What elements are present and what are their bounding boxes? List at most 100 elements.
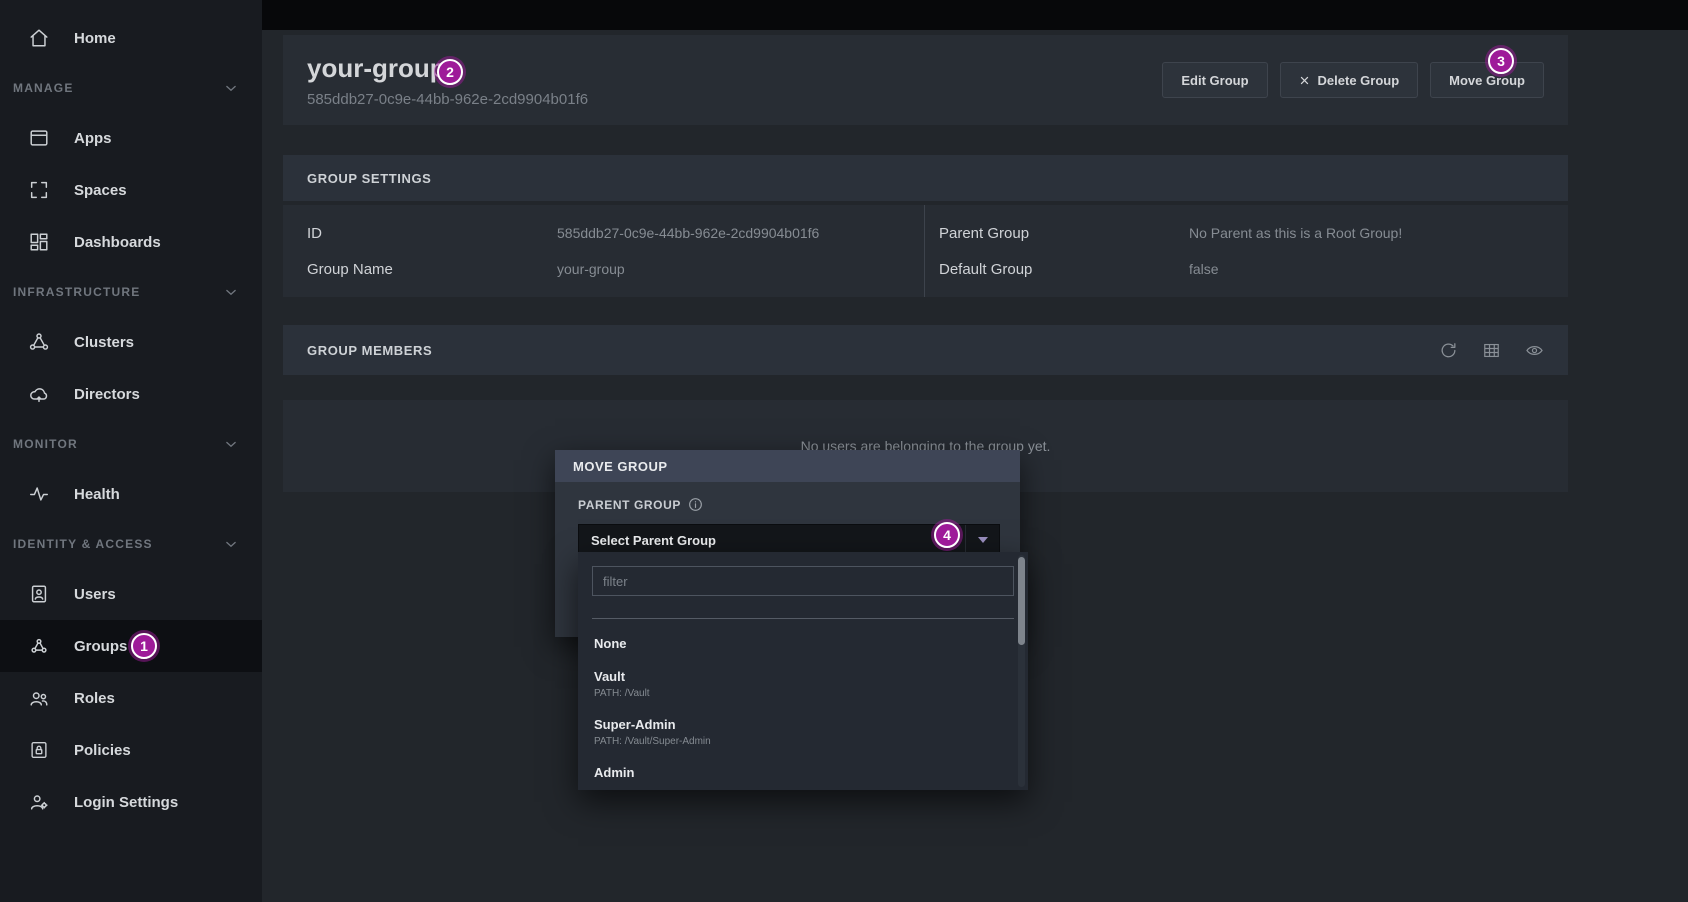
option-label: Vault [594, 669, 1012, 684]
sidebar-section-identity-access[interactable]: IDENTITY & ACCESS [0, 520, 262, 568]
sidebar-item-label: Directors [74, 386, 140, 403]
sidebar-item-label: Apps [74, 130, 112, 147]
chevron-down-icon [222, 435, 240, 453]
group-header-card: your-group 585ddb27-0c9e-44bb-962e-2cd99… [283, 35, 1568, 125]
chevron-down-icon [222, 535, 240, 553]
table-icon[interactable] [1482, 341, 1501, 360]
sidebar-item-users[interactable]: Users [0, 568, 262, 620]
filter-input[interactable] [592, 566, 1014, 596]
setting-value: No Parent as this is a Root Group! [1189, 225, 1402, 241]
sidebar: Home MANAGE Apps Spaces Dashboards INFR [0, 0, 262, 902]
group-id-subtitle: 585ddb27-0c9e-44bb-962e-2cd9904b01f6 [307, 91, 588, 108]
section-label: MONITOR [13, 437, 78, 451]
chevron-down-icon [965, 525, 999, 555]
sidebar-item-spaces[interactable]: Spaces [0, 164, 262, 216]
dashboards-icon [28, 231, 50, 253]
dropdown-option-vault[interactable]: Vault PATH: /Vault [592, 660, 1014, 708]
app-window: Home MANAGE Apps Spaces Dashboards INFR [0, 0, 1688, 902]
delete-group-label: Delete Group [1318, 73, 1400, 88]
setting-row-default-group: Default Group false [939, 251, 1568, 287]
parent-group-dropdown: None Vault PATH: /Vault Super-Admin PATH… [578, 552, 1028, 790]
setting-label: Parent Group [939, 225, 1189, 242]
sidebar-section-monitor[interactable]: MONITOR [0, 420, 262, 468]
edit-group-button[interactable]: Edit Group [1162, 62, 1267, 98]
sidebar-item-login-settings[interactable]: Login Settings [0, 776, 262, 828]
sidebar-item-dashboards[interactable]: Dashboards [0, 216, 262, 268]
chevron-down-icon [222, 283, 240, 301]
group-settings-header: GROUP SETTINGS [283, 155, 1568, 201]
section-label: MANAGE [13, 81, 74, 95]
option-path: PATH: /Vault/Super-Admin [594, 736, 1012, 747]
sidebar-item-label: Health [74, 486, 120, 503]
sidebar-item-apps[interactable]: Apps [0, 112, 262, 164]
sidebar-item-directors[interactable]: Directors [0, 368, 262, 420]
sidebar-item-label: Home [74, 30, 116, 47]
section-title: GROUP SETTINGS [307, 171, 431, 186]
top-bar [262, 0, 1688, 30]
refresh-icon[interactable] [1439, 341, 1458, 360]
setting-row-parent-group: Parent Group No Parent as this is a Root… [939, 215, 1568, 251]
move-group-button[interactable]: Move Group [1430, 62, 1544, 98]
sidebar-item-label: Dashboards [74, 234, 161, 251]
modal-title: MOVE GROUP [555, 450, 1020, 482]
dropdown-option-none[interactable]: None [592, 627, 1014, 660]
setting-value: 585ddb27-0c9e-44bb-962e-2cd9904b01f6 [557, 225, 819, 241]
section-title: GROUP MEMBERS [307, 343, 432, 358]
setting-value: your-group [557, 261, 625, 277]
sidebar-item-home[interactable]: Home [0, 12, 262, 64]
setting-label: Group Name [307, 261, 557, 278]
setting-value: false [1189, 261, 1219, 277]
option-label: None [594, 636, 1012, 651]
annotation-badge-3: 3 [1488, 48, 1514, 74]
eye-icon[interactable] [1525, 341, 1544, 360]
groups-icon [28, 635, 50, 657]
home-icon [28, 27, 50, 49]
sidebar-section-infrastructure[interactable]: INFRASTRUCTURE [0, 268, 262, 316]
parent-group-field-label: PARENT GROUP [578, 498, 681, 512]
option-path: PATH: /Vault [594, 688, 1012, 699]
group-members-header: GROUP MEMBERS [283, 325, 1568, 375]
clusters-icon [28, 331, 50, 353]
users-icon [28, 583, 50, 605]
sidebar-section-manage[interactable]: MANAGE [0, 64, 262, 112]
scrollbar[interactable] [1018, 555, 1025, 787]
dropdown-divider [592, 618, 1014, 619]
chevron-down-icon [222, 79, 240, 97]
scrollbar-thumb[interactable] [1018, 557, 1025, 645]
info-icon [688, 497, 703, 512]
directors-icon [28, 383, 50, 405]
sidebar-item-policies[interactable]: Policies [0, 724, 262, 776]
option-label: Admin [594, 765, 1012, 780]
select-value: Select Parent Group [579, 525, 965, 555]
delete-group-button[interactable]: Delete Group [1280, 62, 1419, 98]
option-label: Super-Admin [594, 717, 1012, 732]
sidebar-item-roles[interactable]: Roles [0, 672, 262, 724]
section-label: IDENTITY & ACCESS [13, 537, 153, 551]
apps-icon [28, 127, 50, 149]
sidebar-item-label: Login Settings [74, 794, 178, 811]
sidebar-item-label: Groups [74, 638, 127, 655]
dropdown-option-super-admin[interactable]: Super-Admin PATH: /Vault/Super-Admin [592, 708, 1014, 756]
annotation-badge-4: 4 [934, 522, 960, 548]
login-settings-icon [28, 791, 50, 813]
spaces-icon [28, 179, 50, 201]
sidebar-item-label: Policies [74, 742, 131, 759]
sidebar-item-label: Users [74, 586, 116, 603]
setting-label: Default Group [939, 261, 1189, 278]
health-pulse-icon [28, 483, 50, 505]
sidebar-item-clusters[interactable]: Clusters [0, 316, 262, 368]
section-label: INFRASTRUCTURE [13, 285, 140, 299]
setting-label: ID [307, 225, 557, 242]
dropdown-option-admin[interactable]: Admin [592, 756, 1014, 789]
roles-icon [28, 687, 50, 709]
annotation-badge-1: 1 [131, 633, 157, 659]
close-icon [1299, 75, 1310, 86]
group-settings-panel: ID 585ddb27-0c9e-44bb-962e-2cd9904b01f6 … [283, 205, 1568, 297]
policies-lock-icon [28, 739, 50, 761]
setting-row-id: ID 585ddb27-0c9e-44bb-962e-2cd9904b01f6 [307, 215, 924, 251]
annotation-badge-2: 2 [437, 59, 463, 85]
sidebar-item-label: Spaces [74, 182, 127, 199]
sidebar-item-health[interactable]: Health [0, 468, 262, 520]
sidebar-item-label: Clusters [74, 334, 134, 351]
setting-row-group-name: Group Name your-group [307, 251, 924, 287]
